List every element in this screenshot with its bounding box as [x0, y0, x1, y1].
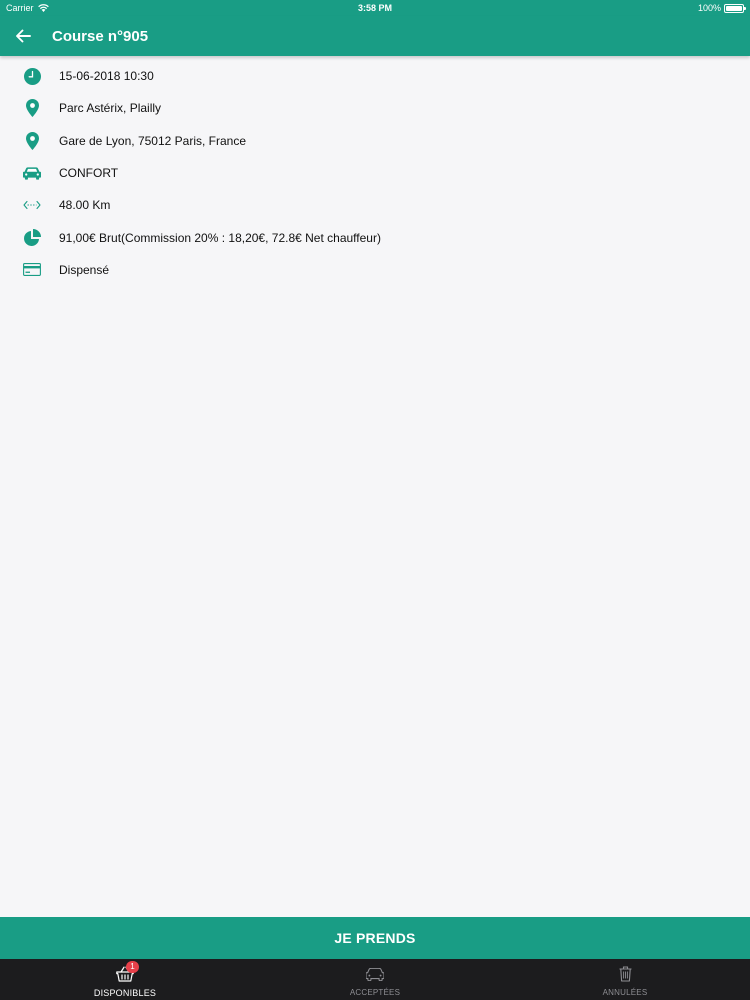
take-ride-button[interactable]: JE PRENDS [0, 917, 750, 959]
tab-acceptees[interactable]: ACCEPTÉES [250, 959, 500, 1000]
detail-text: CONFORT [59, 166, 119, 181]
detail-text: Parc Astérix, Plailly [59, 101, 162, 116]
tab-icon-wrapper [366, 965, 384, 983]
distance-icon [23, 196, 41, 214]
detail-row-payment: Dispensé [0, 254, 750, 286]
car-icon [366, 967, 384, 981]
location-pin-icon [23, 131, 41, 150]
page-title: Course n°905 [52, 27, 149, 45]
ride-details-list: 15-06-2018 10:30 Parc Astérix, Plailly G… [0, 60, 750, 286]
tab-disponibles[interactable]: 1 DISPONIBLES [0, 959, 250, 1000]
tab-label: ANNULÉES [602, 988, 648, 997]
location-pin-icon [23, 99, 41, 118]
detail-text: Dispensé [59, 262, 110, 277]
arrow-left-icon [16, 29, 31, 43]
detail-row-pickup: Parc Astérix, Plailly [0, 92, 750, 124]
tab-label: ACCEPTÉES [349, 988, 401, 997]
battery-percent: 100% [697, 3, 721, 13]
tab-icon-wrapper [619, 965, 632, 983]
back-button[interactable] [0, 16, 46, 56]
tab-label: DISPONIBLES [93, 988, 157, 998]
detail-row-datetime: 15-06-2018 10:30 [0, 60, 750, 92]
credit-card-icon [23, 261, 41, 279]
navigation-bar: Course n°905 [0, 16, 750, 56]
notification-badge: 1 [126, 961, 139, 973]
tab-icon-wrapper: 1 [116, 961, 139, 983]
detail-text: 48.00 Km [59, 198, 111, 213]
detail-row-price: 91,00€ Brut(Commission 20% : 18,20€, 72.… [0, 221, 750, 253]
tab-annulees[interactable]: ANNULÉES [500, 959, 750, 1000]
detail-row-distance: 48.00 Km [0, 189, 750, 221]
car-icon [23, 164, 41, 182]
detail-text: 15-06-2018 10:30 [59, 69, 154, 84]
status-time: 3:58 PM [357, 3, 392, 13]
detail-row-vehicle-class: CONFORT [0, 157, 750, 189]
battery-icon [724, 3, 746, 13]
detail-row-dropoff: Gare de Lyon, 75012 Paris, France [0, 125, 750, 157]
clock-icon [23, 67, 41, 85]
pie-chart-icon [23, 228, 41, 247]
battery-indicator: 100% [697, 0, 746, 16]
status-bar: Carrier 3:58 PM 100% [0, 0, 750, 16]
trash-icon [619, 966, 631, 982]
tab-bar: 1 DISPONIBLES ACCEPTÉES ANNULÉES [0, 959, 750, 1000]
detail-text: Gare de Lyon, 75012 Paris, France [59, 133, 246, 148]
detail-text: 91,00€ Brut(Commission 20% : 18,20€, 72.… [59, 230, 381, 245]
